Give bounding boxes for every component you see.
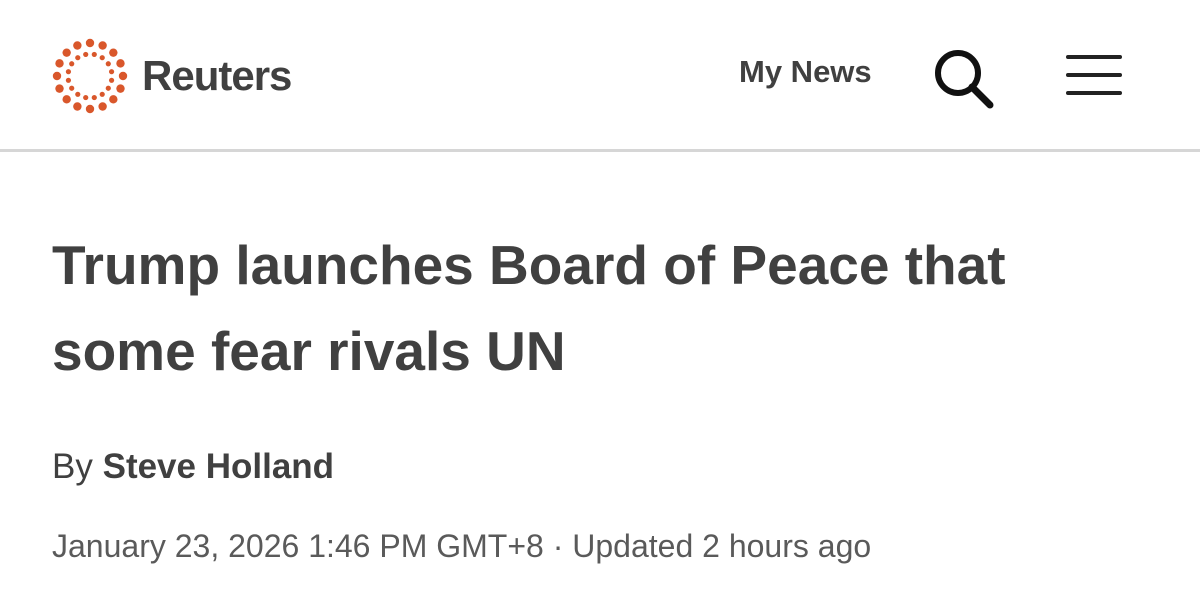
- logo-dot: [73, 102, 82, 111]
- logo-dot: [75, 55, 81, 61]
- logo-dot: [69, 61, 75, 67]
- author-link[interactable]: Steve Holland: [103, 447, 334, 486]
- logo-dot: [65, 77, 72, 83]
- logo-dot: [83, 51, 89, 58]
- logo-dot: [109, 48, 118, 57]
- my-news-link[interactable]: My News: [739, 54, 872, 90]
- logo-dot: [62, 95, 71, 104]
- dateline: January 23, 2026 1:46 PM GMT+8 · Updated…: [52, 528, 871, 565]
- logo-dot: [98, 102, 107, 111]
- logo-dot: [85, 104, 95, 114]
- hamburger-menu-icon: [1066, 55, 1122, 95]
- logo-dot: [98, 41, 107, 50]
- logo-dot: [99, 55, 105, 61]
- site-header: Reuters My News: [0, 0, 1200, 152]
- search-icon: [935, 50, 994, 109]
- reuters-logo[interactable]: Reuters: [50, 36, 292, 116]
- brand-name: Reuters: [142, 52, 292, 99]
- logo-dot: [65, 69, 72, 75]
- logo-dot: [118, 71, 128, 81]
- published-timestamp: January 23, 2026 1:46 PM GMT+8: [52, 528, 544, 564]
- logo-dot: [116, 84, 125, 93]
- logo-dot: [116, 59, 125, 68]
- logo-dot: [62, 48, 71, 57]
- article-headline: Trump launches Board of Peace that some …: [52, 234, 1006, 382]
- logo-dot: [73, 41, 82, 50]
- logo-dot: [105, 61, 111, 67]
- logo-dot: [91, 51, 97, 58]
- logo-dot: [85, 38, 95, 48]
- updated-timestamp: Updated 2 hours ago: [572, 528, 872, 564]
- dateline-separator: ·: [552, 528, 564, 564]
- logo-dot: [83, 94, 89, 101]
- logo-dot: [99, 91, 105, 97]
- byline-prefix: By: [52, 447, 93, 486]
- logo-dot: [109, 95, 118, 104]
- reuters-logo-icon: [52, 38, 128, 114]
- logo-dot: [108, 69, 115, 75]
- logo-dot: [91, 94, 97, 101]
- search-button[interactable]: [932, 47, 996, 111]
- logo-dot: [55, 84, 64, 93]
- logo-dot: [69, 85, 75, 91]
- logo-dot: [52, 71, 62, 81]
- menu-button[interactable]: [1064, 52, 1124, 98]
- byline: By Steve Holland: [52, 447, 334, 487]
- logo-dot: [75, 91, 81, 97]
- logo-dot: [55, 59, 64, 68]
- logo-dot: [105, 85, 111, 91]
- logo-dot: [108, 77, 115, 83]
